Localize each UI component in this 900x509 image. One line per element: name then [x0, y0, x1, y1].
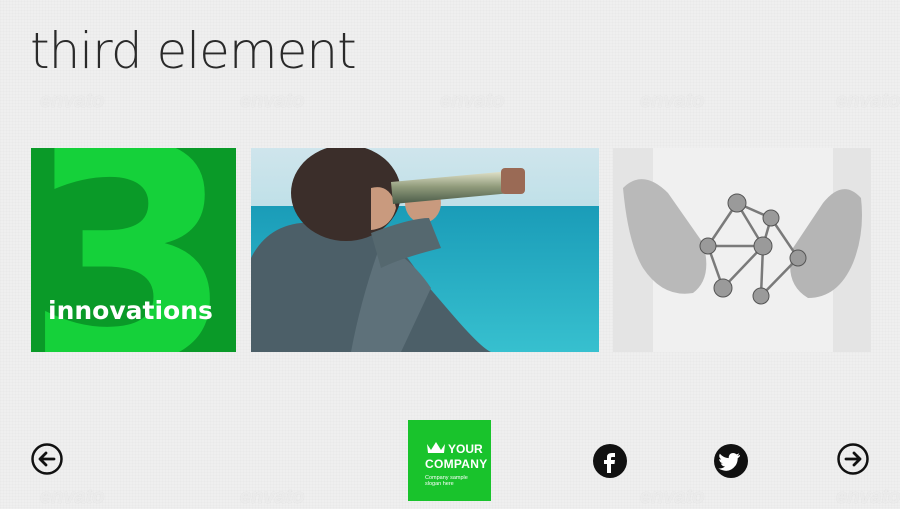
arrow-right-circle-icon — [837, 443, 869, 475]
watermark-text: envato — [440, 90, 505, 112]
watermark-text: envato — [40, 90, 105, 112]
arrow-left-circle-icon — [31, 443, 63, 475]
logo-line-2: COMPANY — [425, 457, 488, 471]
previous-button[interactable] — [31, 443, 63, 475]
businessman-telescope-photo[interactable] — [251, 148, 599, 352]
next-button[interactable] — [837, 443, 869, 475]
logo-line-1: YOUR — [448, 442, 483, 456]
watermark-text: envato — [836, 90, 900, 112]
watermark-text: envato — [240, 90, 305, 112]
watermark-text: envato — [640, 90, 705, 112]
twitter-icon — [718, 453, 740, 471]
innovations-tile[interactable]: 3 innovations — [31, 148, 236, 352]
facebook-button[interactable] — [593, 444, 627, 478]
company-logo[interactable]: YOUR COMPANY Company sample slogan here — [408, 420, 491, 501]
hands-molecule-illustration — [613, 148, 871, 352]
tile-caption: innovations — [48, 296, 213, 325]
facebook-icon — [604, 453, 615, 473]
businessman-telescope-illustration — [251, 148, 599, 352]
crown-icon — [427, 442, 445, 453]
page-title: third element — [30, 22, 357, 80]
hands-molecule-photo[interactable] — [613, 148, 871, 352]
twitter-button[interactable] — [714, 444, 748, 478]
logo-slogan: Company sample slogan here — [425, 475, 468, 488]
